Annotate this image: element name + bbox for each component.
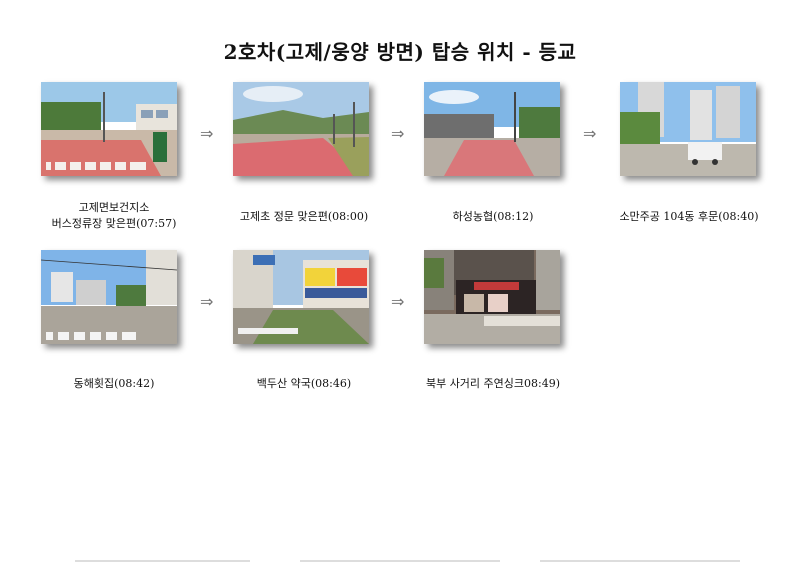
stop-caption-3: 하성농협(08:12): [452, 210, 534, 223]
arrow-3: ⇒: [583, 124, 597, 143]
stop-caption-1-line2: 버스정류장 맞은편(07:57): [51, 217, 177, 230]
stop-photo-4: [620, 82, 756, 176]
stop-caption-7: 북부 사거리 주연싱크08:49): [425, 377, 561, 390]
bottom-rule-right: [540, 560, 740, 562]
page-title: 2호차(고제/웅양 방면) 탑승 위치 - 등교: [223, 40, 577, 64]
stop-caption-4: 소만주공 104동 후문(08:40): [619, 210, 759, 223]
bottom-rule-left: [75, 560, 250, 562]
arrow-1: ⇒: [200, 124, 214, 143]
arrow-5: ⇒: [391, 292, 405, 311]
arrow-4: ⇒: [200, 292, 214, 311]
stop-caption-1-line1: 고제면보건지소: [78, 201, 150, 214]
stop-photo-2: [233, 82, 369, 176]
arrow-2: ⇒: [391, 124, 405, 143]
bottom-rule-mid: [300, 560, 500, 562]
stop-photo-6: [233, 250, 369, 344]
stop-photo-3: [424, 82, 560, 176]
stop-photo-1: [41, 82, 177, 176]
stop-caption-5: 동해횟집(08:42): [73, 377, 155, 390]
stop-photo-7: [424, 250, 560, 344]
stop-caption-1: 고제면보건지소 버스정류장 맞은편(07:57): [41, 200, 187, 232]
stop-caption-6: 백두산 약국(08:46): [256, 377, 352, 390]
stop-caption-2: 고제초 정문 맞은편(08:00): [239, 210, 369, 223]
stop-photo-5: [41, 250, 177, 344]
